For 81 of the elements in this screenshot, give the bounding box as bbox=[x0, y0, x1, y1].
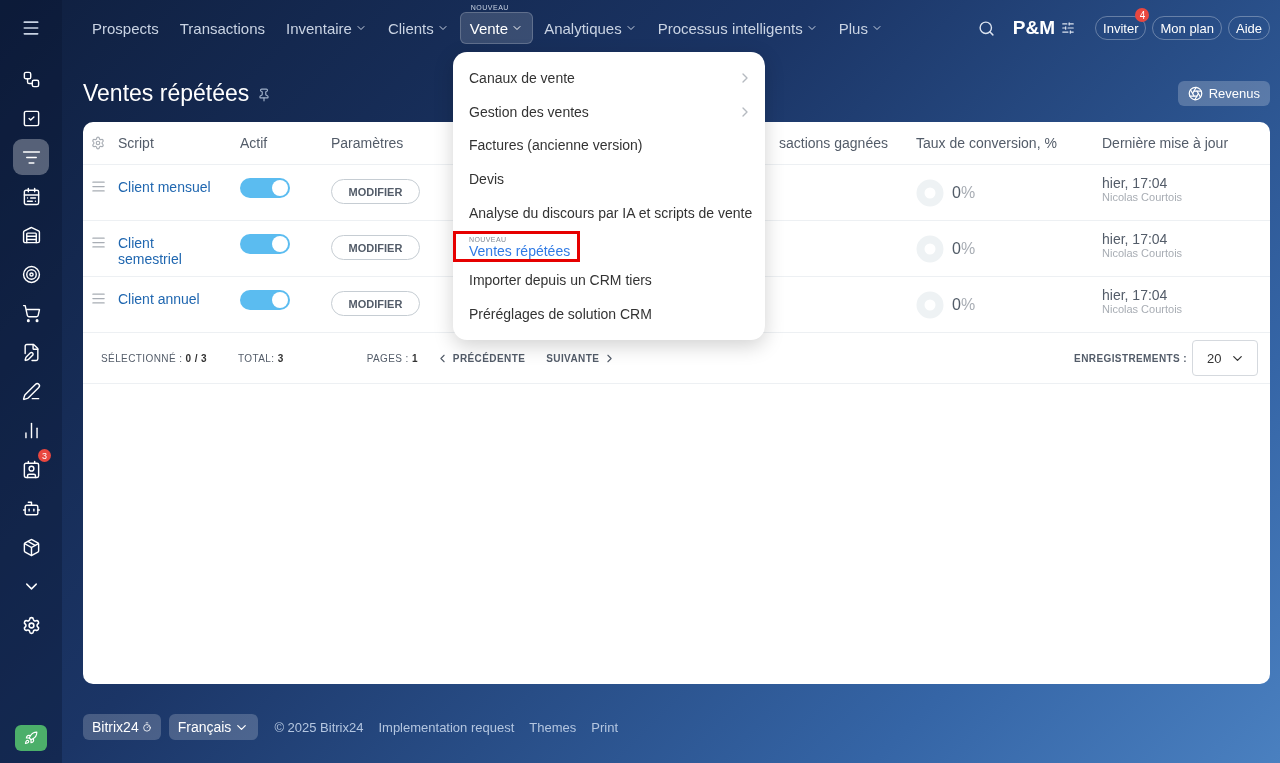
records-label: ENREGISTREMENTS : bbox=[1074, 352, 1187, 364]
contact-card-icon bbox=[21, 459, 41, 479]
column-header: Dernière mise à jour bbox=[1102, 135, 1229, 151]
conversion-rate: 0% bbox=[952, 239, 976, 258]
revenue-button[interactable]: Revenus bbox=[1177, 80, 1270, 106]
menu-item[interactable]: Importer depuis un CRM tiers bbox=[453, 263, 765, 297]
footer-link[interactable]: Implementation request bbox=[378, 719, 515, 735]
column-header: Actif bbox=[240, 135, 268, 151]
page-title: Ventes répétées bbox=[83, 79, 250, 107]
settings-icon[interactable] bbox=[21, 615, 41, 635]
updated-by: Nicolas Courtois bbox=[1102, 191, 1183, 203]
box-icon bbox=[21, 537, 41, 557]
drag-handle-icon[interactable] bbox=[91, 291, 106, 306]
script-link[interactable]: Client mensuel bbox=[118, 179, 218, 195]
total-count: TOTAL: 3 bbox=[238, 352, 284, 364]
column-header: Paramètres bbox=[331, 135, 404, 151]
records-select[interactable]: 20 bbox=[1192, 340, 1258, 376]
notification-badge: 4 bbox=[1135, 8, 1150, 22]
script-link[interactable]: Client annuel bbox=[118, 291, 218, 307]
script-link[interactable]: Client semestriel bbox=[118, 235, 218, 267]
calendar-icon bbox=[21, 186, 41, 206]
language-select[interactable]: Français bbox=[168, 714, 259, 740]
nav-tab[interactable]: Transactions bbox=[169, 12, 275, 44]
active-toggle[interactable] bbox=[240, 178, 290, 198]
menu-item[interactable]: Devis bbox=[453, 162, 765, 196]
warehouse-icon bbox=[21, 225, 41, 245]
next-link[interactable]: SUIVANTE bbox=[546, 351, 617, 365]
conversion-rate: 0% bbox=[952, 295, 976, 314]
selected-count: SÉLECTIONNÉ : 0 / 3 bbox=[101, 352, 207, 364]
active-toggle[interactable] bbox=[240, 234, 290, 254]
nav-tab[interactable]: Plus bbox=[828, 12, 893, 44]
notification-badge: 3 bbox=[38, 449, 51, 462]
column-header: Script bbox=[118, 135, 154, 151]
active-toggle[interactable] bbox=[240, 290, 290, 310]
previous-link[interactable]: PRÉCÉDENTE bbox=[435, 351, 526, 365]
copyright-text: © 2025 Bitrix24 bbox=[274, 719, 364, 735]
conversion-rate: 0% bbox=[952, 183, 976, 202]
drag-handle-icon[interactable] bbox=[91, 179, 106, 194]
modify-button[interactable]: MODIFIER bbox=[331, 235, 420, 260]
update-time: hier, 17:04 bbox=[1102, 175, 1169, 191]
menu-item[interactable]: Préréglages de solution CRM bbox=[453, 296, 765, 331]
pen-icon bbox=[21, 381, 41, 401]
brand-button[interactable]: Bitrix24 bbox=[83, 714, 161, 740]
cart-icon bbox=[21, 303, 41, 323]
menu-item[interactable]: Gestion des ventes bbox=[453, 94, 765, 129]
nav-tab[interactable]: Inventaire bbox=[276, 12, 377, 44]
updated-by: Nicolas Courtois bbox=[1102, 247, 1183, 259]
nodes-icon bbox=[21, 69, 41, 89]
menu-item[interactable]: Canaux de vente bbox=[453, 61, 765, 95]
page-number: PAGES : 1 bbox=[366, 352, 418, 364]
nav-tab[interactable]: Clients bbox=[377, 12, 459, 44]
sidebar-item[interactable] bbox=[13, 139, 49, 175]
modify-button[interactable]: MODIFIER bbox=[331, 291, 420, 316]
robot-icon bbox=[21, 498, 41, 518]
nav-tab[interactable]: Analytiques bbox=[534, 12, 647, 44]
document-edit-icon bbox=[21, 342, 41, 362]
update-time: hier, 17:04 bbox=[1102, 231, 1169, 247]
checkbox-icon bbox=[21, 108, 41, 128]
company-logo: P&M bbox=[1012, 17, 1056, 39]
drag-handle-icon[interactable] bbox=[91, 235, 106, 250]
sliders-icon[interactable] bbox=[1061, 21, 1076, 35]
pin-icon[interactable] bbox=[257, 88, 272, 102]
target-icon bbox=[21, 264, 41, 284]
footer-link[interactable]: Print bbox=[591, 719, 618, 735]
menu-icon[interactable] bbox=[21, 18, 41, 38]
sidebar-item[interactable]: 3 bbox=[13, 451, 49, 487]
updated-by: Nicolas Courtois bbox=[1102, 303, 1183, 315]
nav-tab[interactable]: Processus intelligents bbox=[647, 12, 828, 44]
clock-icon bbox=[141, 722, 152, 732]
rocket-button[interactable] bbox=[15, 725, 47, 751]
menu-item[interactable]: Analyse du discours par IA et scripts de vente bbox=[453, 195, 765, 230]
search-icon[interactable] bbox=[977, 19, 995, 37]
update-time: hier, 17:04 bbox=[1102, 287, 1169, 303]
column-header: sactions gagnées bbox=[779, 135, 888, 151]
footer-link[interactable]: Themes bbox=[529, 719, 577, 735]
nav-tab[interactable]: Prospects bbox=[82, 12, 169, 44]
column-header: Taux de conversion, % bbox=[916, 135, 1057, 151]
rocket-icon bbox=[24, 731, 38, 745]
menu-item[interactable]: Factures (ancienne version) bbox=[453, 128, 765, 163]
modify-button[interactable]: MODIFIER bbox=[331, 179, 420, 204]
aperture-icon bbox=[1187, 85, 1203, 101]
